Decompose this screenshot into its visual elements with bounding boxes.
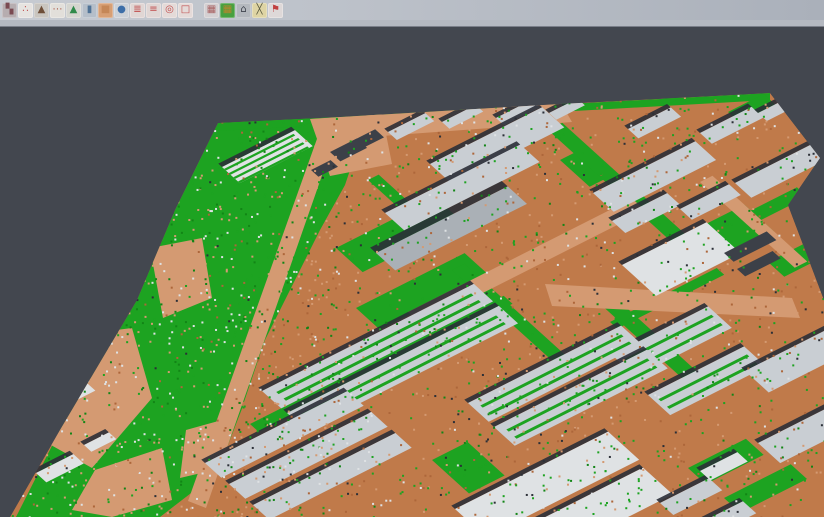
green-hill-icon[interactable]: ▲ bbox=[66, 3, 81, 18]
flag-icon[interactable]: ⚑ bbox=[268, 3, 283, 18]
point-cloud-icon[interactable]: ▚ bbox=[2, 3, 17, 18]
classification-map-icon[interactable]: ▦ bbox=[220, 3, 235, 18]
layer-stack-icon[interactable]: ≣ bbox=[130, 3, 145, 18]
selection-frame-icon[interactable]: □ bbox=[178, 3, 193, 18]
main-toolbar: ▚∴▲⋯▲▮■●≣≡◎□▦▦⌂╳⚑ bbox=[0, 0, 824, 20]
globe-icon[interactable]: ● bbox=[114, 3, 129, 18]
application-window: ▚∴▲⋯▲▮■●≣≡◎□▦▦⌂╳⚑ bbox=[0, 0, 824, 517]
ground-points-icon[interactable]: ⋯ bbox=[50, 3, 65, 18]
3d-viewport[interactable] bbox=[0, 27, 824, 517]
toolbar-divider bbox=[0, 20, 824, 27]
terrain-mound-icon[interactable]: ▲ bbox=[34, 3, 49, 18]
delete-x-icon[interactable]: ╳ bbox=[252, 3, 267, 18]
ortho-tile-icon[interactable]: ■ bbox=[98, 3, 113, 18]
model-house-icon[interactable]: ⌂ bbox=[236, 3, 251, 18]
profile-bar-icon[interactable]: ▮ bbox=[82, 3, 97, 18]
align-points-icon[interactable]: ∴ bbox=[18, 3, 33, 18]
target-ring-icon[interactable]: ◎ bbox=[162, 3, 177, 18]
mesh-grid-icon[interactable]: ▦ bbox=[204, 3, 219, 18]
layer-rows-icon[interactable]: ≡ bbox=[146, 3, 161, 18]
